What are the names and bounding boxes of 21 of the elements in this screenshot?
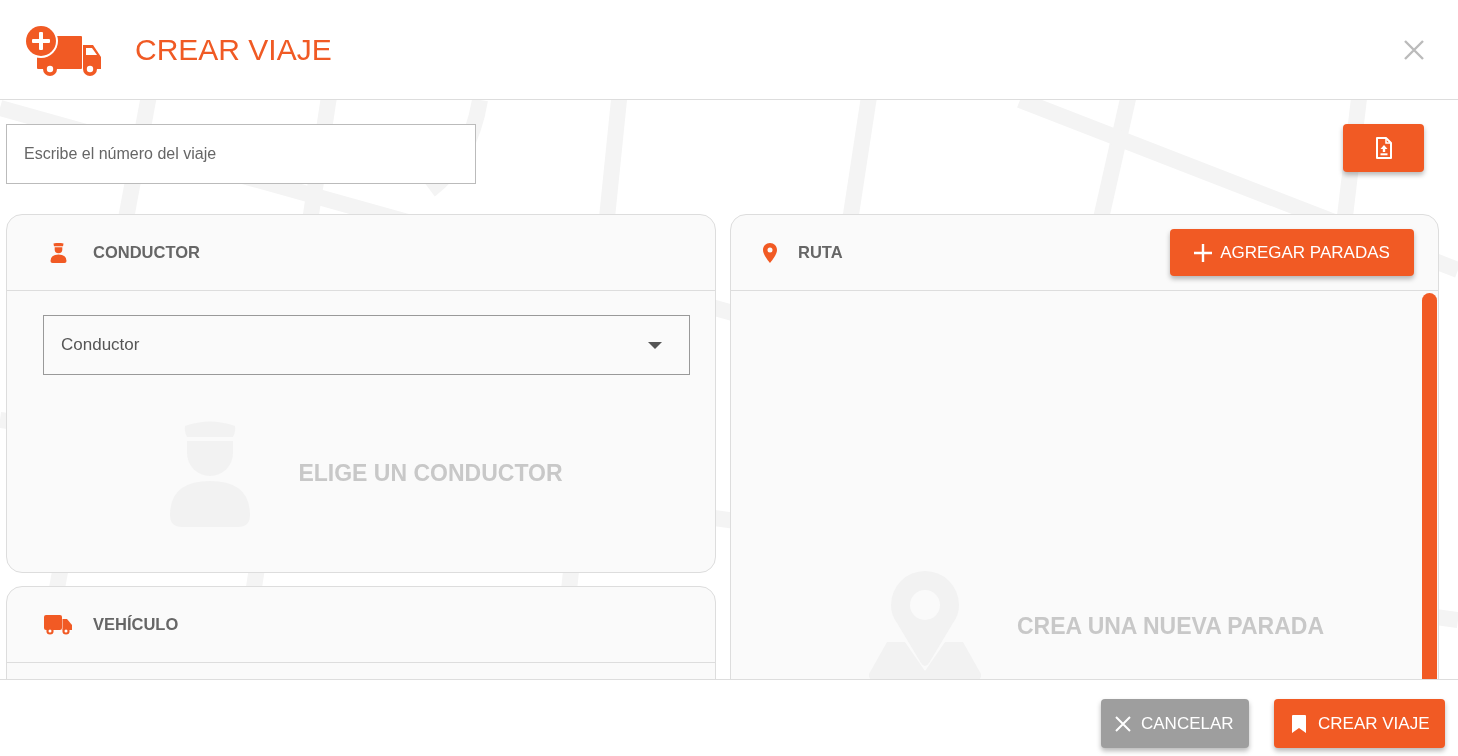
panel-title: VEHÍCULO [93,614,179,636]
trip-number-field[interactable]: Escribe el número del viaje [6,124,476,184]
close-button[interactable] [1404,39,1424,60]
close-icon [1404,39,1424,60]
driver-select[interactable]: Conductor [43,315,690,375]
upload-file-button[interactable] [1343,124,1424,172]
file-upload-icon [1375,137,1392,159]
panel-title: RUTA [798,242,843,264]
dialog-title: CREAR VIAJE [135,31,332,68]
truck-icon [44,614,72,635]
close-icon [1115,715,1131,732]
caret-icon [648,341,662,349]
truck-plus-logo-icon [24,23,102,76]
driver-icon [49,242,67,263]
bookmark-icon [1292,714,1306,733]
cancel-button[interactable]: CANCELAR [1101,699,1249,748]
plus-icon [1194,243,1213,262]
create-trip-button[interactable]: CREAR VIAJE [1274,699,1445,748]
map-pin-icon [763,242,777,263]
panel-title: CONDUCTOR [93,242,200,264]
add-stops-button[interactable]: AGREGAR PARADAS [1170,229,1414,276]
